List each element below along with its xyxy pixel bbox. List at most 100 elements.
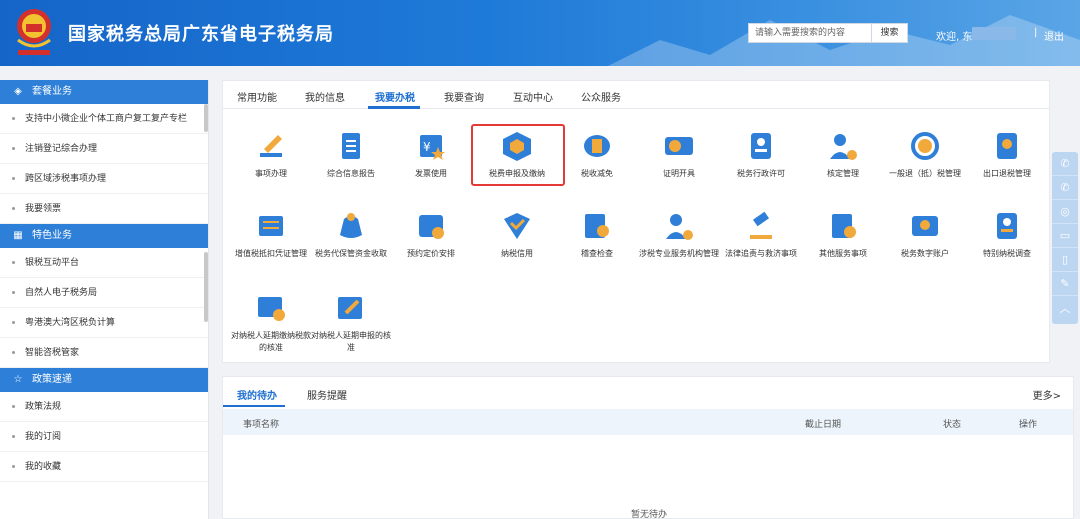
search-input[interactable]: 请输入需要搜索的内容 xyxy=(748,23,872,43)
sidebar-item[interactable]: 政策法规 xyxy=(0,392,208,422)
service-label: 一般退（抵）税管理 xyxy=(889,169,961,178)
tab-interaction[interactable]: 互动中心 xyxy=(513,89,553,104)
defer-file-icon xyxy=(334,291,368,325)
bullet-icon xyxy=(12,465,15,468)
bullet-icon xyxy=(12,147,15,150)
mobile-icon[interactable]: ▯ xyxy=(1052,248,1078,272)
voucher-icon xyxy=(254,209,288,243)
header-separator: | xyxy=(1034,27,1038,38)
service-item[interactable]: 法律追责与救济事项 xyxy=(721,209,801,260)
service-item[interactable]: 其他服务事项 xyxy=(803,209,883,260)
tab-common[interactable]: 常用功能 xyxy=(237,89,277,104)
service-label: 法律追责与救济事项 xyxy=(725,249,797,258)
svg-text:¥: ¥ xyxy=(423,140,431,154)
sidebar-section-featured[interactable]: ▦ 特色业务 xyxy=(0,224,208,248)
inspect-icon xyxy=(580,209,614,243)
service-item[interactable]: ¥ 发票使用 xyxy=(391,129,471,180)
active-tab-indicator xyxy=(368,106,420,109)
more-link[interactable]: 更多> xyxy=(1033,387,1061,402)
sidebar-item[interactable]: 跨区域涉税事项办理 xyxy=(0,164,208,194)
weibo-icon[interactable]: ◎ xyxy=(1052,200,1078,224)
service-label: 证明开具 xyxy=(663,169,695,178)
sidebar-item-label: 支持中小微企业个体工商户复工复产专栏 xyxy=(25,114,188,124)
service-item[interactable]: 税务代保管资金收取 xyxy=(311,209,391,260)
tab-query[interactable]: 我要查询 xyxy=(444,89,484,104)
tab-my-info[interactable]: 我的信息 xyxy=(305,89,345,104)
sidebar-item[interactable]: 智能咨税管家 xyxy=(0,338,208,368)
service-item[interactable]: 税务数字账户 xyxy=(885,209,965,260)
service-item[interactable]: 增值税抵扣凭证管理 xyxy=(231,209,311,260)
service-item[interactable]: 税务行政许可 xyxy=(721,129,801,180)
section-title: 套餐业务 xyxy=(32,86,72,97)
service-label: 综合信息报告 xyxy=(327,169,375,178)
coins-icon xyxy=(580,129,614,163)
wechat-icon[interactable]: ✆ xyxy=(1052,176,1078,200)
sidebar-item-label: 智能咨税管家 xyxy=(25,348,80,358)
search-button[interactable]: 搜索 xyxy=(872,23,908,43)
document-icon xyxy=(334,129,368,163)
service-item[interactable]: 特别纳税调查 xyxy=(967,209,1047,260)
service-item[interactable]: 综合信息报告 xyxy=(311,129,391,180)
sidebar-section-package[interactable]: ◈ 套餐业务 xyxy=(0,80,208,104)
floating-toolbar: ✆ ✆ ◎ ▭ ▯ ✎ ︿ xyxy=(1052,152,1078,324)
sidebar-item[interactable]: 自然人电子税务局 xyxy=(0,278,208,308)
bullet-icon xyxy=(12,261,15,264)
service-label: 对纳税人延期缴纳税款的核准 xyxy=(231,331,311,352)
sidebar-item-label: 我要领票 xyxy=(25,204,62,214)
edit-icon[interactable]: ✎ xyxy=(1052,272,1078,296)
tab-public-service[interactable]: 公众服务 xyxy=(581,89,621,104)
tab-service-reminder[interactable]: 服务提醒 xyxy=(307,387,347,402)
site-title: 国家税务总局广东省电子税务局 xyxy=(68,24,334,45)
calendar-icon xyxy=(414,209,448,243)
service-item[interactable]: 纳税信用 xyxy=(477,209,557,260)
sidebar-item[interactable]: 我的收藏 xyxy=(0,452,208,482)
tab-my-todo[interactable]: 我的待办 xyxy=(237,387,277,402)
sidebar-item-label: 政策法规 xyxy=(25,402,62,412)
service-item[interactable]: 一般退（抵）税管理 xyxy=(885,129,965,180)
service-panel: 常用功能 我的信息 我要办税 我要查询 互动中心 公众服务 事项办理 综合信息报告… xyxy=(222,80,1050,363)
sidebar-section-policy[interactable]: ☆ 政策速递 xyxy=(0,368,208,392)
column-header: 操作 xyxy=(1019,420,1038,430)
sidebar-item[interactable]: 注销登记综合办理 xyxy=(0,134,208,164)
id-card-icon xyxy=(744,129,778,163)
bullet-icon xyxy=(12,321,15,324)
sidebar: ◈ 套餐业务 支持中小微企业个体工商户复工复产专栏 注销登记综合办理 跨区域涉税事… xyxy=(0,80,209,519)
sidebar-item[interactable]: 粤港澳大湾区税负计算 xyxy=(0,308,208,338)
sidebar-scrollbar[interactable] xyxy=(204,104,208,132)
export-refund-icon xyxy=(990,129,1024,163)
service-item[interactable]: 出口退税管理 xyxy=(967,129,1047,180)
sidebar-item-label: 银税互动平台 xyxy=(25,258,80,268)
wechat-icon[interactable]: ✆ xyxy=(1052,152,1078,176)
service-item[interactable]: 对纳税人延期缴纳税款的核准 xyxy=(231,291,311,354)
bullet-icon xyxy=(12,117,15,120)
service-item[interactable]: 涉税专业服务机构管理 xyxy=(639,209,719,260)
service-label: 稽查检查 xyxy=(581,249,613,258)
service-item[interactable]: 稽查检查 xyxy=(557,209,637,260)
service-item[interactable]: 核定管理 xyxy=(803,129,883,180)
up-arrow-icon[interactable]: ︿ xyxy=(1052,296,1078,320)
sidebar-item-label: 粤港澳大湾区税负计算 xyxy=(25,318,116,328)
service-label: 核定管理 xyxy=(827,169,859,178)
invoice-icon: ¥ xyxy=(414,129,448,163)
sidebar-scrollbar[interactable] xyxy=(204,252,208,322)
tab-tax-handling[interactable]: 我要办税 xyxy=(375,89,415,104)
logout-link[interactable]: 退出 xyxy=(1044,28,1064,43)
sidebar-item-label: 我的收藏 xyxy=(25,462,62,472)
service-item[interactable]: 证明开具 xyxy=(639,129,719,180)
sidebar-item[interactable]: 支持中小微企业个体工商户复工复产专栏 xyxy=(0,104,208,134)
sidebar-item[interactable]: 我要领票 xyxy=(0,194,208,224)
service-item[interactable]: 对纳税人延期申报的核准 xyxy=(311,291,391,354)
defer-pay-icon xyxy=(254,291,288,325)
service-label: 其他服务事项 xyxy=(819,249,867,258)
sidebar-item-label: 自然人电子税务局 xyxy=(25,288,98,298)
tab-bar: 常用功能 我的信息 我要办税 我要查询 互动中心 公众服务 xyxy=(223,81,1049,109)
sidebar-item[interactable]: 银税互动平台 xyxy=(0,248,208,278)
service-item[interactable]: 事项办理 xyxy=(231,129,311,180)
service-item[interactable]: 税收减免 xyxy=(557,129,637,180)
service-label: 特别纳税调查 xyxy=(983,249,1031,258)
sidebar-item[interactable]: 我的订阅 xyxy=(0,422,208,452)
service-item[interactable]: 预约定价安排 xyxy=(391,209,471,260)
top-header: 国家税务总局广东省电子税务局 请输入需要搜索的内容 搜索 欢迎, 东 | 退出 xyxy=(0,0,1080,66)
tablet-icon[interactable]: ▭ xyxy=(1052,224,1078,248)
survey-icon xyxy=(990,209,1024,243)
